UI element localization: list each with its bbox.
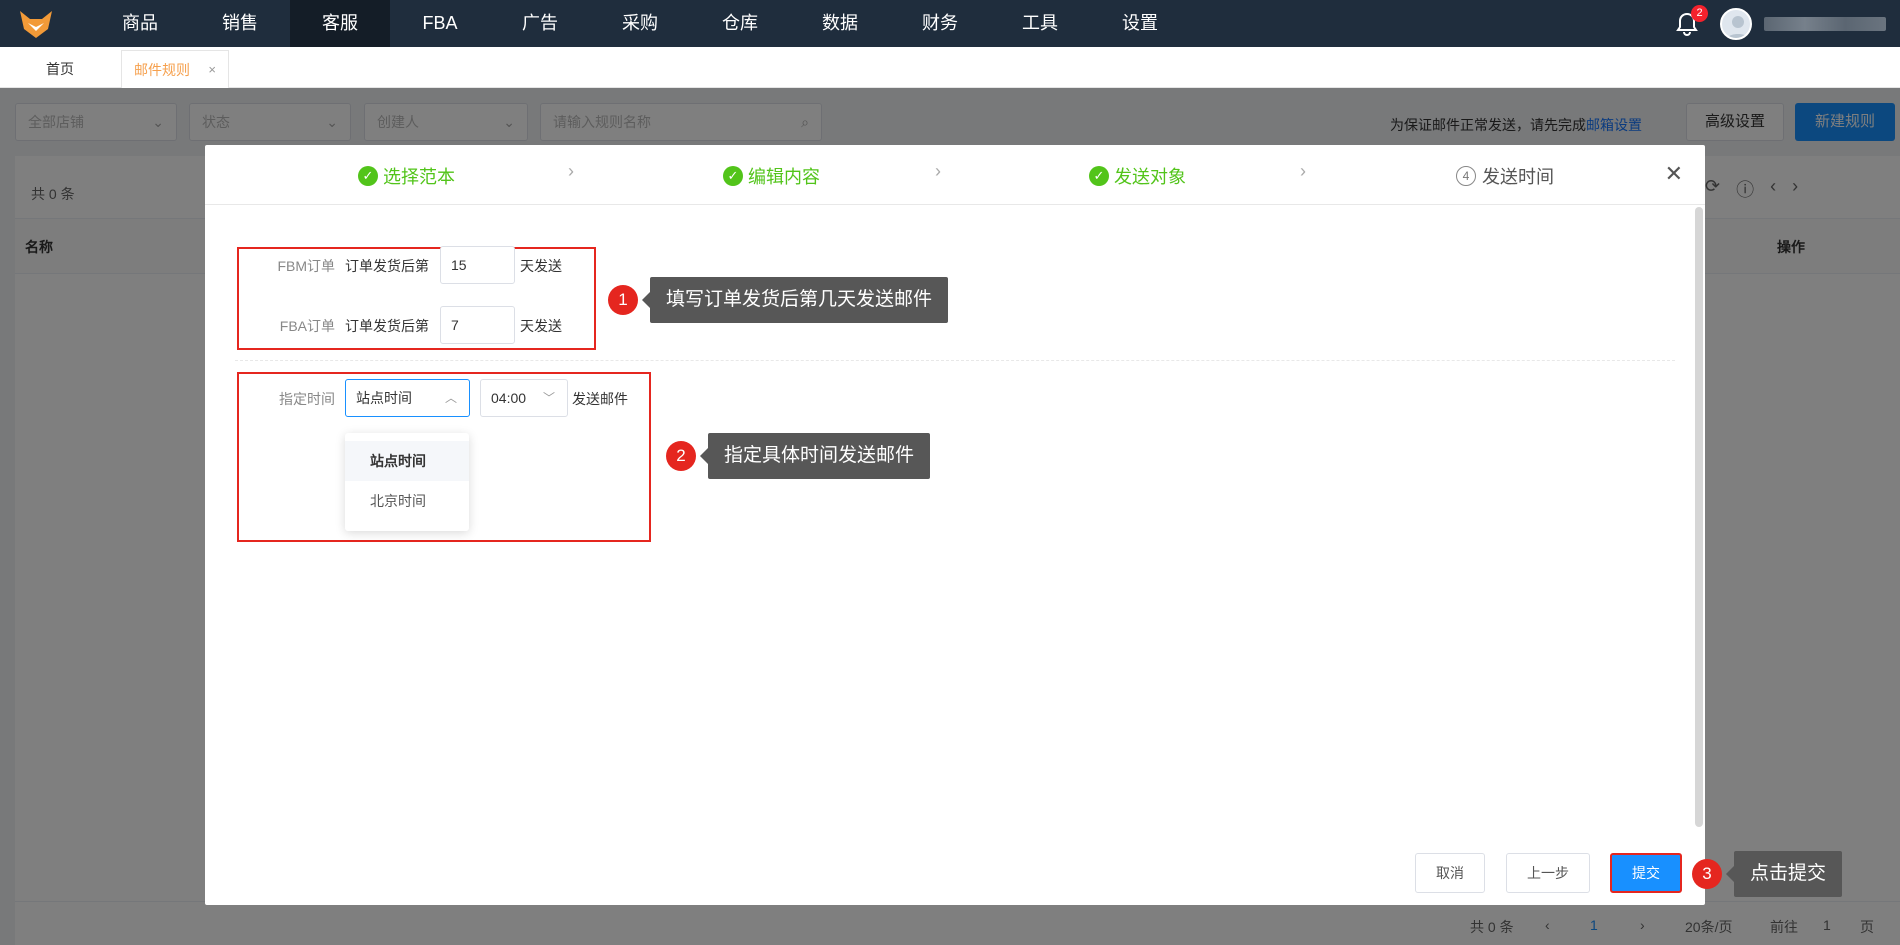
timezone-value: 站点时间 bbox=[356, 390, 412, 406]
nav-item-data[interactable]: 数据 bbox=[790, 0, 890, 47]
rule-wizard-modal: ✓ 选择范本 › ✓ 编辑内容 › ✓ 发送对象 › 4 发送时间 ✕ FBM订单 订单… bbox=[205, 145, 1705, 905]
notification-badge: 2 bbox=[1691, 4, 1708, 22]
chevron-up-icon: ︿ bbox=[444, 391, 457, 405]
callout-text: 指定具体时间发送邮件 bbox=[699, 433, 931, 479]
fba-label: FBA订单 bbox=[279, 318, 335, 334]
step-recipients[interactable]: ✓ 发送对象 bbox=[1089, 163, 1186, 189]
check-circle-icon: ✓ bbox=[723, 166, 743, 186]
tab-mail-rules-label: 邮件规则 bbox=[134, 62, 190, 78]
fbm-days-input[interactable]: 15 bbox=[440, 246, 515, 284]
fba-suffix: 天发送 bbox=[520, 318, 562, 334]
fbm-prefix: 订单发货后第 bbox=[345, 258, 429, 274]
username-redacted[interactable] bbox=[1764, 16, 1886, 31]
close-icon[interactable]: ✕ bbox=[1665, 161, 1683, 187]
step-send-time[interactable]: 4 发送时间 bbox=[1456, 163, 1554, 189]
callout-1: 1 填写订单发货后第几天发送邮件 bbox=[608, 277, 949, 323]
nav-item-finance[interactable]: 财务 bbox=[890, 0, 990, 47]
nav-item-settings[interactable]: 设置 bbox=[1090, 0, 1190, 47]
logo-icon[interactable] bbox=[18, 9, 54, 39]
nav-item-fba[interactable]: FBA bbox=[390, 0, 490, 47]
step-edit-content[interactable]: ✓ 编辑内容 bbox=[723, 163, 820, 189]
main-nav: 商品 销售 客服 FBA 广告 采购 仓库 数据 财务 工具 设置 bbox=[90, 0, 1190, 47]
cancel-button[interactable]: 取消 bbox=[1415, 853, 1485, 893]
prev-step-button[interactable]: 上一步 bbox=[1506, 853, 1590, 893]
step-label: 编辑内容 bbox=[748, 167, 820, 187]
schedule-label: 指定时间 bbox=[279, 391, 335, 407]
wizard-steps: ✓ 选择范本 › ✓ 编辑内容 › ✓ 发送对象 › 4 发送时间 ✕ bbox=[205, 145, 1705, 205]
avatar[interactable] bbox=[1720, 7, 1752, 40]
check-circle-icon: ✓ bbox=[1089, 166, 1109, 186]
nav-item-products[interactable]: 商品 bbox=[90, 0, 190, 47]
option-beijing-time[interactable]: 北京时间 bbox=[345, 481, 469, 521]
nav-item-warehouse[interactable]: 仓库 bbox=[690, 0, 790, 47]
chevron-right-icon: › bbox=[1300, 161, 1306, 181]
page-tabs: 首页 邮件规则 × bbox=[0, 47, 1900, 88]
fbm-label: FBM订单 bbox=[277, 258, 335, 274]
fba-days-input[interactable]: 7 bbox=[440, 306, 515, 344]
close-icon[interactable]: × bbox=[208, 51, 216, 89]
time-value: 04:00 bbox=[491, 390, 527, 406]
callout-3: 3 点击提交 bbox=[1692, 851, 1843, 897]
nav-item-purchase[interactable]: 采购 bbox=[590, 0, 690, 47]
section-divider bbox=[235, 360, 1675, 361]
step-label: 发送时间 bbox=[1482, 167, 1554, 187]
check-circle-icon: ✓ bbox=[358, 166, 378, 186]
step-number: 4 bbox=[1456, 166, 1476, 186]
nav-item-ads[interactable]: 广告 bbox=[490, 0, 590, 47]
timezone-select[interactable]: 站点时间 ︿ bbox=[345, 379, 470, 417]
fba-prefix: 订单发货后第 bbox=[345, 318, 429, 334]
bell-icon[interactable]: 2 bbox=[1674, 4, 1708, 37]
callout-number: 2 bbox=[666, 441, 696, 471]
modal-scrollbar[interactable] bbox=[1695, 207, 1703, 827]
chevron-right-icon: › bbox=[935, 161, 941, 181]
time-select[interactable]: 04:00 ﹀ bbox=[480, 379, 568, 417]
callout-2: 2 指定具体时间发送邮件 bbox=[666, 433, 931, 479]
nav-item-tools[interactable]: 工具 bbox=[990, 0, 1090, 47]
nav-item-customer-service[interactable]: 客服 bbox=[290, 0, 390, 47]
chevron-down-icon: ﹀ bbox=[542, 391, 555, 405]
step-select-template[interactable]: ✓ 选择范本 bbox=[358, 163, 455, 189]
step-label: 选择范本 bbox=[383, 167, 455, 187]
callout-number: 3 bbox=[1692, 859, 1722, 889]
chevron-right-icon: › bbox=[568, 161, 574, 181]
option-site-time[interactable]: 站点时间 bbox=[345, 441, 469, 481]
submit-button[interactable]: 提交 bbox=[1610, 853, 1682, 893]
callout-number: 1 bbox=[608, 285, 638, 315]
tab-mail-rules[interactable]: 邮件规则 × bbox=[121, 50, 229, 88]
top-nav-bar: 商品 销售 客服 FBA 广告 采购 仓库 数据 财务 工具 设置 2 bbox=[0, 0, 1900, 47]
callout-text: 点击提交 bbox=[1725, 851, 1843, 897]
fbm-suffix: 天发送 bbox=[520, 258, 562, 274]
timezone-dropdown: 站点时间 北京时间 bbox=[345, 433, 469, 531]
nav-item-sales[interactable]: 销售 bbox=[190, 0, 290, 47]
tab-home[interactable]: 首页 bbox=[0, 50, 120, 88]
callout-text: 填写订单发货后第几天发送邮件 bbox=[641, 277, 949, 323]
schedule-suffix: 发送邮件 bbox=[572, 391, 628, 407]
step-label: 发送对象 bbox=[1114, 167, 1186, 187]
